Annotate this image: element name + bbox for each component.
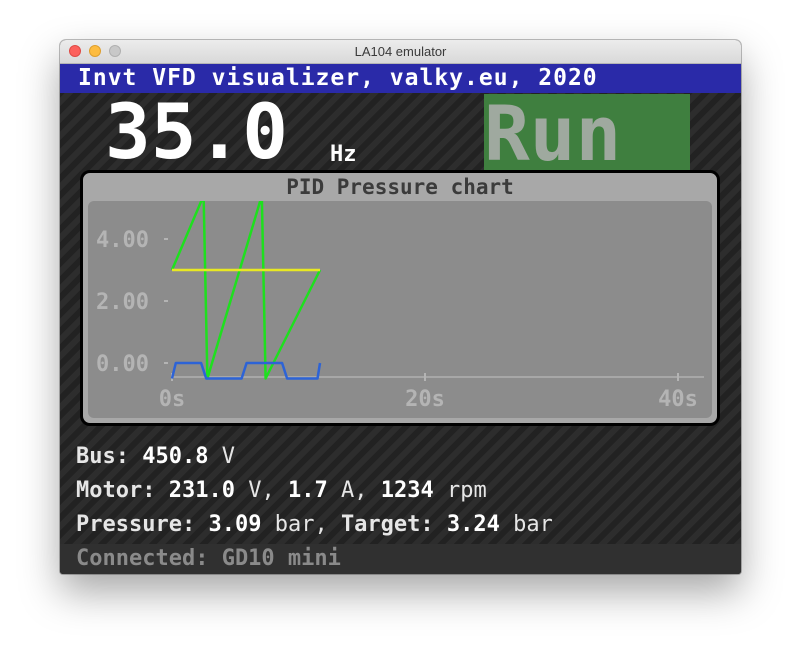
- frequency-value: 35.0: [105, 87, 289, 176]
- pressure-chart: 0.00 2.00 4.00 0s 20s 40s: [96, 201, 704, 412]
- pressure-value: 3.09: [208, 512, 262, 537]
- x-tick-label: 20s: [405, 387, 445, 412]
- frequency-unit: Hz: [330, 142, 357, 167]
- motor-label: Motor:: [76, 478, 156, 503]
- run-state-label: Run: [484, 89, 622, 178]
- emulator-window: LA104 emulator Invt VFD visualizer, valk…: [60, 40, 741, 574]
- series-line-0: [170, 201, 322, 380]
- motor-voltage-unit: V,: [248, 478, 275, 503]
- bus-voltage-unit: V: [221, 444, 235, 469]
- x-tick-label: 0s: [159, 387, 186, 412]
- y-tick-label: 4.00: [96, 228, 149, 253]
- bus-row: Bus: 450.8 V: [76, 443, 235, 471]
- chart-plot-area: 0.00 2.00 4.00 0s 20s 40s: [88, 201, 712, 418]
- run-state-indicator: Run: [484, 94, 690, 174]
- window-titlebar[interactable]: LA104 emulator: [60, 40, 741, 64]
- motor-current-value: 1.7: [287, 478, 328, 503]
- y-tick-label: 2.00: [96, 290, 149, 315]
- motor-row: Motor: 231.0 V, 1.7 A, 1234 rpm: [76, 477, 487, 505]
- pressure-unit: bar,: [274, 512, 328, 537]
- motor-current-unit: A,: [340, 478, 368, 503]
- target-value: 3.24: [446, 512, 500, 537]
- target-unit: bar: [513, 512, 553, 537]
- motor-voltage-value: 231.0: [168, 478, 235, 503]
- x-tick-label: 40s: [658, 387, 698, 412]
- pressure-label: Pressure:: [76, 512, 196, 537]
- pid-chart-panel: PID Pressure chart 0.00 2.00 4.00 0s 20s 40s: [80, 170, 720, 426]
- chart-title: PID Pressure chart: [286, 175, 514, 199]
- window-title: LA104 emulator: [354, 44, 447, 59]
- device-screen: Invt VFD visualizer, valky.eu, 2020 35.0…: [60, 64, 741, 574]
- bus-voltage-value: 450.8: [142, 444, 209, 469]
- motor-speed-unit: rpm: [446, 478, 487, 503]
- pressure-row: Pressure: 3.09 bar, Target: 3.24 bar: [76, 511, 553, 539]
- connection-status: Connected: GD10 mini: [76, 546, 341, 571]
- motor-speed-value: 1234: [380, 478, 434, 503]
- target-label: Target:: [340, 512, 434, 537]
- y-tick-label: 0.00: [96, 352, 149, 377]
- status-bar: Connected: GD10 mini: [60, 544, 741, 574]
- bus-label: Bus:: [76, 444, 129, 469]
